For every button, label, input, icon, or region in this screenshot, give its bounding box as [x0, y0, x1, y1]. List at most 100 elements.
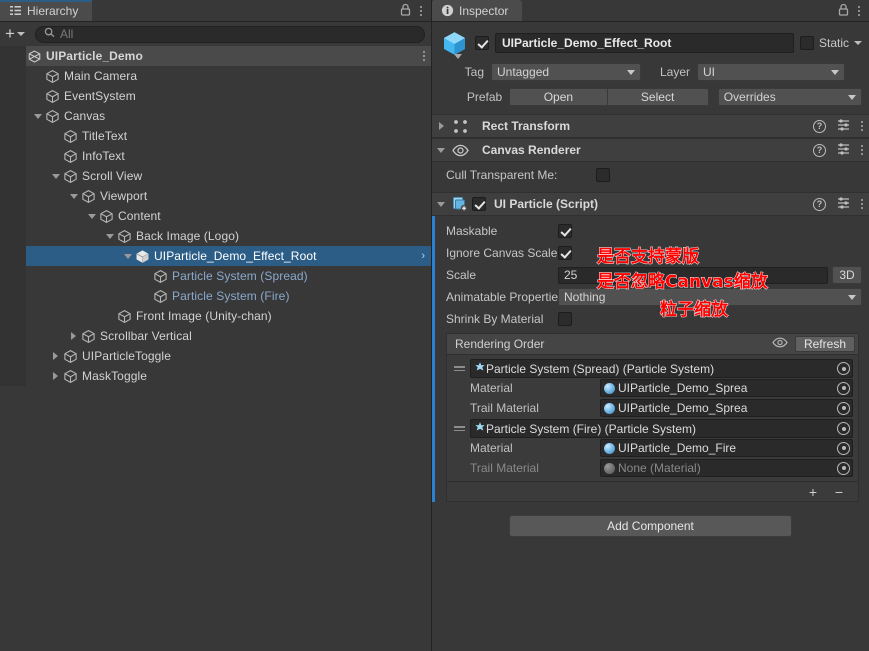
preset-icon[interactable]	[837, 142, 850, 158]
chevron-down-icon[interactable]	[854, 41, 862, 45]
object-picker-icon[interactable]	[837, 362, 850, 375]
material-value: UIParticle_Demo_Fire	[618, 441, 737, 455]
row-expand-toggle[interactable]	[49, 366, 62, 386]
row-expand-toggle[interactable]	[49, 166, 62, 186]
hierarchy-row-uiparticle-demo[interactable]: UIParticle_Demo	[0, 46, 431, 66]
shrink-by-material-checkbox[interactable]	[558, 312, 572, 326]
expand-toggle[interactable]	[432, 201, 450, 207]
hierarchy-row-uiparticle-demo-effect-root[interactable]: UIParticle_Demo_Effect_Root ›	[0, 246, 431, 266]
scale-3d-button[interactable]: 3D	[832, 266, 862, 284]
lock-icon[interactable]	[838, 3, 849, 19]
component-menu-icon[interactable]	[861, 121, 863, 131]
hierarchy-row-scroll-view[interactable]: Scroll View	[0, 166, 431, 186]
hierarchy-tree[interactable]: UIParticle_Demo Main Camera EventSystem …	[0, 46, 431, 386]
gameobject-active-checkbox[interactable]	[475, 36, 489, 50]
cull-transparent-mesh-checkbox[interactable]	[596, 168, 610, 182]
component-title: Rect Transform	[482, 119, 571, 133]
hierarchy-row-canvas[interactable]: Canvas	[0, 106, 431, 126]
expand-toggle[interactable]	[432, 147, 450, 153]
expand-toggle[interactable]	[432, 122, 450, 130]
hierarchy-row-masktoggle[interactable]: MaskToggle	[0, 366, 431, 386]
preset-icon[interactable]	[837, 118, 850, 134]
hierarchy-row-eventsystem[interactable]: EventSystem	[0, 86, 431, 106]
layer-dropdown[interactable]: UI	[697, 63, 845, 81]
add-component-button[interactable]: Add Component	[509, 515, 792, 537]
material-field[interactable]: UIParticle_Demo_Fire	[600, 439, 853, 457]
hierarchy-row-front-image-unity-chan[interactable]: Front Image (Unity-chan)	[0, 306, 431, 326]
row-expand-toggle[interactable]	[85, 206, 98, 226]
hierarchy-tabbar: Hierarchy	[0, 0, 431, 22]
maskable-checkbox[interactable]	[558, 224, 572, 238]
hierarchy-menu-icon[interactable]	[420, 5, 422, 16]
gameobject-icon	[116, 228, 132, 244]
gameobject-name-field[interactable]: UIParticle_Demo_Effect_Root	[495, 33, 794, 53]
row-expand-toggle[interactable]	[67, 186, 80, 206]
remove-entry-button[interactable]: −	[826, 484, 852, 500]
hierarchy-row-infotext[interactable]: InfoText	[0, 146, 431, 166]
drag-handle[interactable]	[452, 366, 466, 371]
hierarchy-row-content[interactable]: Content	[0, 206, 431, 226]
rendering-order-entry: Particle System (Fire) (Particle System)…	[452, 419, 853, 478]
component-header-ui-particle[interactable]: UI Particle (Script) ?	[432, 192, 869, 216]
object-picker-icon[interactable]	[837, 441, 850, 455]
ignore-canvas-scale-checkbox[interactable]	[558, 246, 572, 260]
object-picker-icon[interactable]	[837, 401, 850, 415]
component-header-rect-transform[interactable]: Rect Transform ?	[432, 114, 869, 138]
hierarchy-row-label: InfoText	[82, 149, 125, 163]
object-picker-icon[interactable]	[837, 381, 850, 395]
drag-handle[interactable]	[452, 426, 466, 431]
row-expand-toggle[interactable]	[49, 346, 62, 366]
help-icon[interactable]: ?	[813, 197, 826, 211]
row-expand-toggle[interactable]	[103, 226, 116, 246]
object-picker-icon[interactable]	[837, 461, 850, 475]
row-expand-toggle[interactable]	[31, 106, 44, 126]
tag-dropdown[interactable]: Untagged	[491, 63, 641, 81]
layer-value: UI	[703, 65, 715, 79]
particle-system-field[interactable]: Particle System (Spread) (Particle Syste…	[470, 359, 853, 378]
hierarchy-row-titletext[interactable]: TitleText	[0, 126, 431, 146]
hierarchy-row-particle-system-spread[interactable]: Particle System (Spread)	[0, 266, 431, 286]
create-object-button[interactable]: +	[5, 25, 25, 42]
trail-material-row: Trail Material UIParticle_Demo_Sprea	[452, 398, 853, 418]
hierarchy-row-viewport[interactable]: Viewport	[0, 186, 431, 206]
search-input[interactable]: All	[34, 25, 425, 43]
trail-material-field[interactable]: None (Material)	[600, 459, 853, 477]
component-menu-icon[interactable]	[861, 199, 863, 209]
row-expand-toggle[interactable]	[121, 246, 134, 266]
static-checkbox[interactable]	[799, 36, 814, 50]
prefab-open-button[interactable]: Open	[509, 88, 607, 106]
eye-icon[interactable]	[772, 337, 788, 351]
tab-hierarchy[interactable]: Hierarchy	[0, 0, 93, 21]
hierarchy-row-back-image-logo[interactable]: Back Image (Logo)	[0, 226, 431, 246]
add-entry-button[interactable]: +	[800, 484, 826, 500]
material-field[interactable]: UIParticle_Demo_Sprea	[600, 379, 853, 397]
preset-icon[interactable]	[837, 196, 850, 212]
component-header-canvas-renderer[interactable]: Canvas Renderer ?	[432, 138, 869, 162]
component-menu-icon[interactable]	[861, 145, 863, 155]
lock-icon[interactable]	[400, 3, 411, 19]
prefab-select-button[interactable]: Select	[606, 88, 709, 106]
help-icon[interactable]: ?	[813, 119, 826, 133]
inspector-menu-icon[interactable]	[858, 5, 860, 16]
prefab-cube-icon[interactable]	[439, 28, 469, 59]
row-expand-toggle[interactable]	[13, 46, 26, 66]
trail-material-value: None (Material)	[618, 461, 701, 475]
rendering-order-entry: Particle System (Spread) (Particle Syste…	[452, 359, 853, 418]
row-expand-toggle[interactable]	[67, 326, 80, 346]
component-enabled-checkbox[interactable]	[472, 197, 486, 211]
tab-inspector[interactable]: Inspector	[432, 0, 523, 21]
object-picker-icon[interactable]	[837, 422, 850, 435]
prefab-overrides-dropdown[interactable]: Overrides	[717, 88, 862, 106]
hierarchy-row-uiparticletoggle[interactable]: UIParticleToggle	[0, 346, 431, 366]
static-toggle[interactable]: Static	[799, 36, 862, 50]
hierarchy-row-scrollbar-vertical[interactable]: Scrollbar Vertical	[0, 326, 431, 346]
row-menu-icon[interactable]	[423, 51, 425, 61]
refresh-button[interactable]: Refresh	[794, 336, 855, 352]
hierarchy-row-main-camera[interactable]: Main Camera	[0, 66, 431, 86]
help-icon[interactable]: ?	[813, 143, 826, 157]
chevron-right-icon[interactable]: ›	[421, 250, 425, 262]
rect-transform-icon	[450, 119, 470, 134]
trail-material-field[interactable]: UIParticle_Demo_Sprea	[600, 399, 853, 417]
particle-system-field[interactable]: Particle System (Fire) (Particle System)	[470, 419, 853, 438]
hierarchy-row-particle-system-fire[interactable]: Particle System (Fire)	[0, 286, 431, 306]
